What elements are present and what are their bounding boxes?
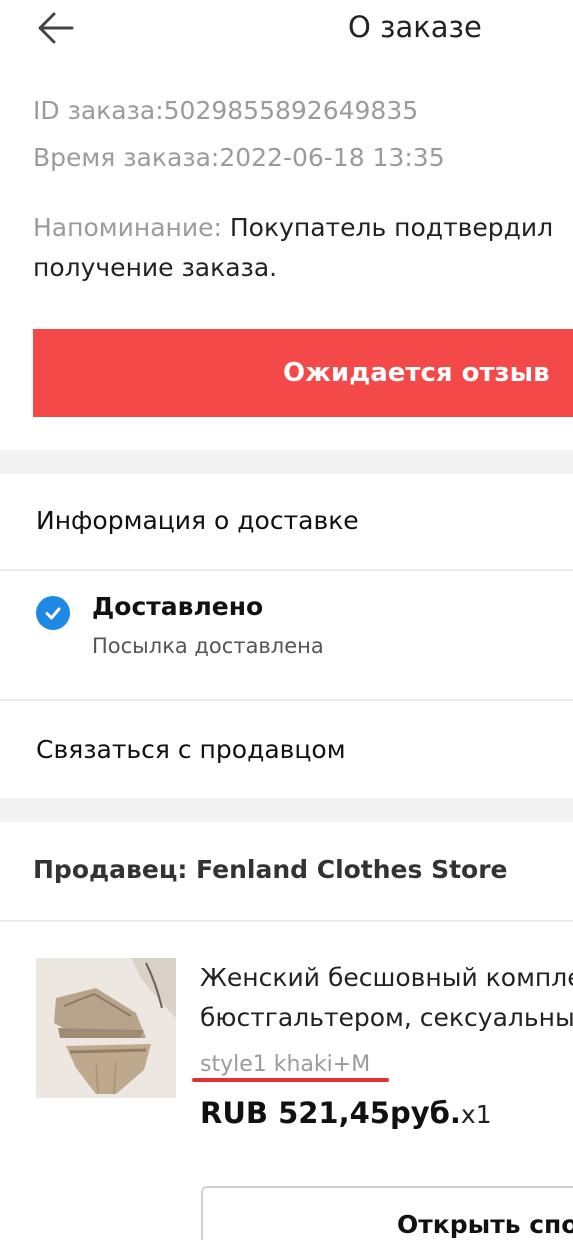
reminder-label: Напоминание:	[33, 213, 222, 242]
section-separator	[0, 798, 573, 822]
delivery-status-subtitle: Посылка доставлена	[92, 634, 324, 658]
product-image[interactable]	[36, 958, 176, 1098]
product-variant: style1 khaki+M	[200, 1052, 371, 1077]
product-price-row: RUB 521,45руб.x1	[200, 1096, 492, 1130]
lingerie-set-photo	[36, 958, 176, 1098]
checkmark-icon	[45, 607, 61, 620]
order-reminder: Напоминание: Покупатель подтвердил получ…	[33, 208, 573, 288]
top-bar: О заказе	[0, 0, 573, 56]
back-button[interactable]	[34, 6, 78, 50]
divider	[0, 920, 573, 922]
check-circle-icon	[36, 596, 70, 630]
status-banner-label: Ожидается отзыв	[283, 358, 550, 388]
open-dispute-button[interactable]: Открыть спор	[201, 1186, 573, 1240]
delivery-info-link[interactable]: Информация о доставке	[36, 506, 359, 535]
arrow-left-icon	[38, 12, 74, 44]
product-quantity: x1	[460, 1100, 492, 1129]
product-price: RUB 521,45руб.	[200, 1096, 461, 1130]
delivery-status-title[interactable]: Доставлено	[92, 592, 263, 621]
product-title[interactable]: Женский бесшовный комплект бюстгальтером…	[200, 958, 573, 1038]
contact-seller-link[interactable]: Связаться с продавцом	[36, 735, 346, 764]
product-title-line: бюстгальтером, сексуальный	[200, 1003, 573, 1032]
page-title: О заказе	[348, 10, 482, 44]
status-banner: Ожидается отзыв	[33, 329, 573, 417]
divider	[0, 699, 573, 701]
product-title-line: Женский бесшовный комплект	[200, 963, 573, 992]
section-separator	[0, 450, 573, 474]
highlight-underline	[192, 1078, 389, 1082]
order-id: ID заказа:5029855892649835	[33, 96, 419, 125]
order-time: Время заказа:2022-06-18 13:35	[33, 143, 445, 172]
divider	[0, 569, 573, 571]
open-dispute-label: Открыть спор	[397, 1210, 573, 1239]
seller-name[interactable]: Продавец: Fenland Clothes Store	[33, 855, 508, 884]
